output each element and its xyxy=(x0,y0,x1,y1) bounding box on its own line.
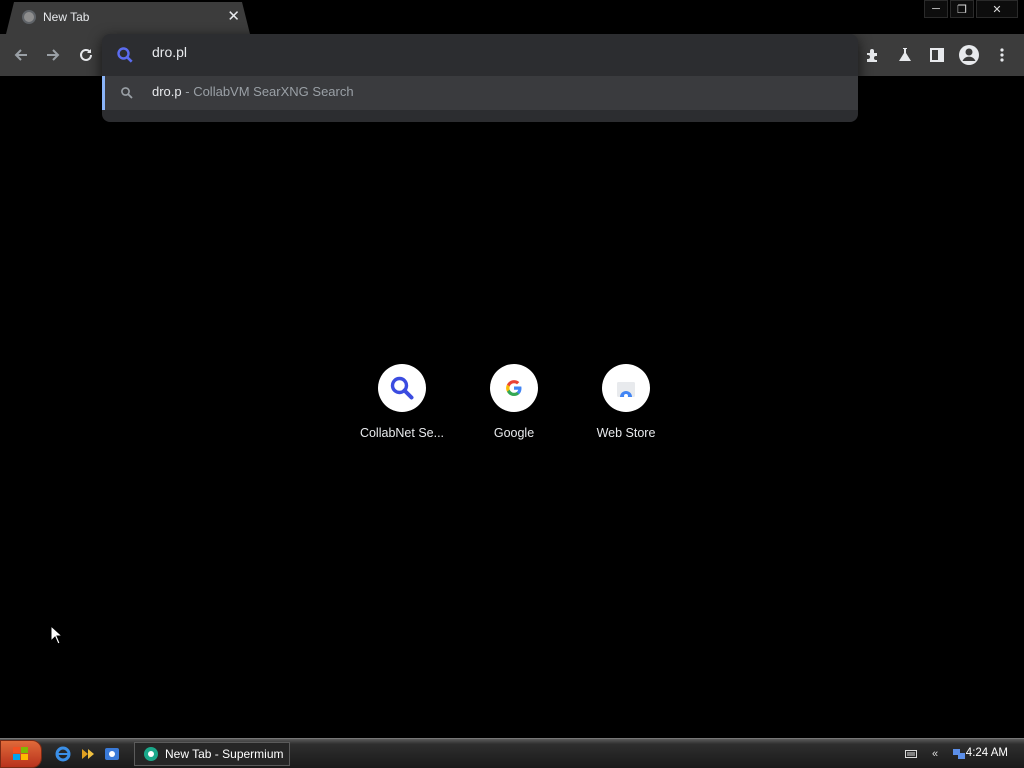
mouse-cursor-icon xyxy=(50,625,64,645)
web-store-icon xyxy=(617,382,635,398)
shortcut-web-store[interactable]: Web Store xyxy=(570,356,682,456)
labs-button[interactable] xyxy=(894,44,916,66)
globe-icon xyxy=(22,10,36,24)
profile-button[interactable] xyxy=(958,44,980,66)
tray-expand-chevron-icon[interactable]: « xyxy=(928,747,942,761)
shortcut-label: Web Store xyxy=(596,426,656,440)
shortcut-collabnet[interactable]: CollabNet Se... xyxy=(346,356,458,456)
minimize-button[interactable]: ─ xyxy=(924,0,948,18)
extensions-button[interactable] xyxy=(862,44,884,66)
tab-close-icon[interactable]: ✕ xyxy=(227,7,240,27)
back-button[interactable] xyxy=(10,44,32,66)
shortcut-google[interactable]: Google xyxy=(458,356,570,456)
keyboard-icon[interactable] xyxy=(904,747,918,761)
window-controls: ─ ❐ ✕ xyxy=(924,0,1018,18)
forward-icon xyxy=(47,49,60,61)
taskbar-button-supermium[interactable]: New Tab - Supermium xyxy=(134,742,290,766)
taskbar: New Tab - Supermium « 4:24 AM xyxy=(0,738,1024,768)
profile-icon xyxy=(959,45,979,65)
reload-button[interactable] xyxy=(75,44,97,66)
address-bar-input[interactable] xyxy=(152,44,752,60)
outlook-icon[interactable] xyxy=(103,745,121,763)
reload-icon xyxy=(80,48,92,61)
shortcut-label: Google xyxy=(493,426,535,440)
ie-icon[interactable] xyxy=(54,745,72,763)
supermium-icon xyxy=(144,747,158,761)
extensions-icon xyxy=(867,49,877,62)
labs-icon xyxy=(899,48,911,61)
search-icon xyxy=(390,376,414,400)
title-bar: New Tab ✕ ─ ❐ ✕ xyxy=(0,0,1024,34)
side-panel-button[interactable] xyxy=(926,44,948,66)
taskbar-button-label: New Tab - Supermium xyxy=(165,747,284,761)
close-window-button[interactable]: ✕ xyxy=(976,0,1018,18)
media-player-icon[interactable] xyxy=(79,745,97,763)
shortcut-tile xyxy=(490,364,538,412)
windows-logo-icon xyxy=(13,747,28,760)
suggestion-text: dro.p - CollabVM SearXNG Search xyxy=(152,84,354,99)
tab-new-tab[interactable]: New Tab ✕ xyxy=(6,2,250,34)
network-icon[interactable] xyxy=(952,747,966,761)
shortcut-label: CollabNet Se... xyxy=(359,426,445,440)
shortcut-grid: CollabNet Se... Google Web Store xyxy=(346,356,682,456)
search-icon xyxy=(121,87,133,99)
google-icon xyxy=(506,380,522,396)
side-panel-icon xyxy=(930,48,944,62)
back-icon xyxy=(14,49,27,61)
search-icon xyxy=(117,47,133,63)
forward-button[interactable] xyxy=(42,44,64,66)
shortcut-tile xyxy=(602,364,650,412)
omnibox-suggestion[interactable]: dro.p - CollabVM SearXNG Search xyxy=(102,76,858,110)
tab-title: New Tab xyxy=(43,10,90,24)
omnibox-row xyxy=(102,34,858,76)
start-button[interactable] xyxy=(0,740,42,768)
suggestion-engine: - CollabVM SearXNG Search xyxy=(181,84,354,99)
restore-button[interactable]: ❐ xyxy=(950,0,974,18)
menu-icon xyxy=(1000,48,1004,62)
omnibox-popup: dro.p - CollabVM SearXNG Search xyxy=(102,34,858,122)
menu-button[interactable] xyxy=(991,44,1013,66)
suggestion-query: dro.p xyxy=(152,84,182,99)
clock[interactable]: 4:24 AM xyxy=(966,747,1008,759)
shortcut-tile xyxy=(378,364,426,412)
